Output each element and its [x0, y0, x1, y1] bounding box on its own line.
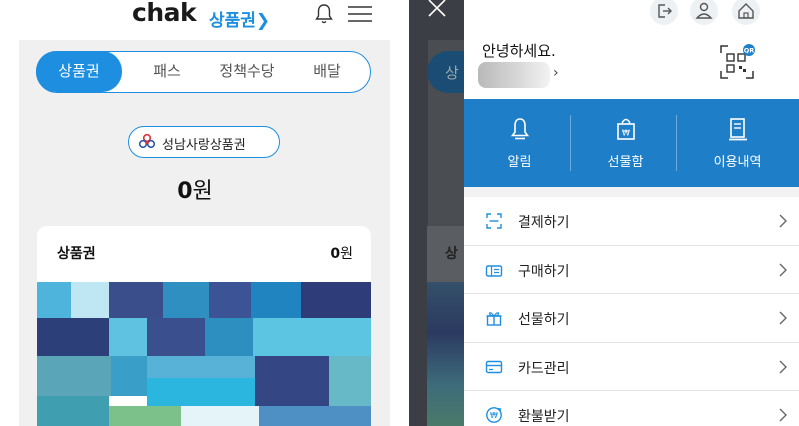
- user-name-blurred[interactable]: [478, 62, 550, 88]
- logout-button[interactable]: [650, 0, 678, 25]
- menu-item-purchase[interactable]: 구매하기: [464, 246, 799, 294]
- voucher-card-amount-value: 0: [330, 246, 341, 262]
- chevron-right-icon: [779, 214, 787, 228]
- gift-bag-icon: ₩: [617, 118, 635, 140]
- menu-item-card-management[interactable]: 카드관리: [464, 343, 799, 391]
- dimmed-tab-label: 상: [445, 64, 459, 82]
- quick-usage-history-label: 이용내역: [713, 155, 762, 170]
- card-icon: [485, 360, 503, 373]
- close-icon[interactable]: [425, 0, 449, 20]
- qr-code-icon[interactable]: QR: [719, 44, 755, 80]
- app-header: chak 상품권❯: [0, 0, 390, 36]
- voucher-card-amount-unit: 원: [340, 246, 353, 262]
- tab-voucher[interactable]: 상품권: [36, 51, 122, 92]
- chevron-right-icon: [779, 311, 787, 325]
- home-icon: [738, 3, 754, 19]
- menu-item-pay-label: 결제하기: [518, 215, 570, 231]
- svg-text:₩: ₩: [622, 129, 630, 138]
- chevron-right-icon[interactable]: ›: [553, 65, 559, 81]
- hamburger-menu-icon[interactable]: [346, 2, 374, 26]
- total-balance-value: 0: [177, 179, 193, 204]
- my-info-button[interactable]: [690, 0, 718, 25]
- seongnam-emblem-icon: [138, 133, 156, 149]
- quick-notifications[interactable]: 알림: [464, 99, 575, 187]
- menu-item-gift[interactable]: 선물하기: [464, 294, 799, 343]
- chak-logo[interactable]: chak: [132, 0, 197, 27]
- gift-icon: [486, 312, 502, 326]
- tab-pass[interactable]: 패스: [141, 52, 193, 91]
- screenshot-root: chak 상품권❯ 상품권 패스 정책수당 배달 성남사랑상품권 0원 상품권 …: [0, 0, 799, 426]
- receipt-icon: [729, 118, 747, 141]
- menu-item-purchase-label: 구매하기: [518, 263, 570, 280]
- total-balance: 0원: [0, 173, 390, 205]
- drawer-screen: 상 상 안녕하세요. › QR 알림 ₩ 선물함 이용내역 결제하기 구매하기 …: [409, 0, 799, 426]
- voucher-region-chip[interactable]: 성남사랑상품권: [128, 126, 280, 158]
- quick-gift-box[interactable]: ₩ 선물함: [570, 99, 681, 187]
- tab-delivery[interactable]: 배달: [301, 52, 353, 91]
- quick-action-bar: 알림 ₩ 선물함 이용내역: [464, 99, 799, 187]
- refund-icon: ₩: [486, 407, 502, 423]
- side-menu-drawer: 안녕하세요. › QR 알림 ₩ 선물함 이용내역 결제하기 구매하기 선물하기…: [464, 0, 799, 426]
- voucher-category-link[interactable]: 상품권❯: [209, 6, 270, 31]
- voucher-screen: chak 상품권❯ 상품권 패스 정책수당 배달 성남사랑상품권 0원 상품권 …: [0, 0, 390, 426]
- chevron-right-icon: [779, 408, 787, 422]
- quick-gift-box-label: 선물함: [607, 155, 644, 170]
- voucher-card-amount: 0원: [330, 243, 353, 263]
- menu-item-gift-label: 선물하기: [518, 312, 570, 328]
- total-balance-unit: 원: [192, 179, 213, 204]
- quick-usage-history[interactable]: 이용내역: [676, 99, 799, 187]
- menu-item-pay[interactable]: 결제하기: [464, 197, 799, 246]
- qr-badge: QR: [744, 47, 755, 55]
- section-gap: [464, 187, 799, 197]
- chevron-right-icon: [779, 263, 787, 276]
- drawer-menu-list: 결제하기 구매하기 선물하기 카드관리 ₩ 환불받기: [464, 197, 799, 426]
- voucher-card[interactable]: 상품권 0원: [37, 226, 371, 426]
- category-tabs: 상품권 패스 정책수당 배달: [36, 51, 371, 93]
- bell-icon: [510, 118, 530, 140]
- quick-notifications-label: 알림: [507, 155, 532, 170]
- voucher-region-label: 성남사랑상품권: [162, 138, 246, 153]
- logout-icon: [658, 4, 672, 18]
- menu-item-refund[interactable]: ₩ 환불받기: [464, 391, 799, 426]
- menu-item-card-management-label: 카드관리: [518, 360, 570, 377]
- chevron-right-icon: [779, 360, 787, 373]
- scan-icon: [486, 213, 502, 229]
- money-icon: [485, 264, 503, 277]
- user-icon: [695, 2, 713, 19]
- svg-text:₩: ₩: [490, 411, 498, 420]
- tab-policy-allowance[interactable]: 정책수당: [205, 52, 289, 91]
- dimmed-card-title: 상: [445, 246, 458, 262]
- bell-icon[interactable]: [312, 2, 336, 26]
- voucher-card-title: 상품권: [57, 246, 96, 262]
- menu-item-refund-label: 환불받기: [518, 409, 570, 425]
- voucher-card-mosaic-image: [37, 282, 371, 426]
- greeting-text: 안녕하세요.: [482, 42, 556, 60]
- home-button[interactable]: [732, 0, 760, 25]
